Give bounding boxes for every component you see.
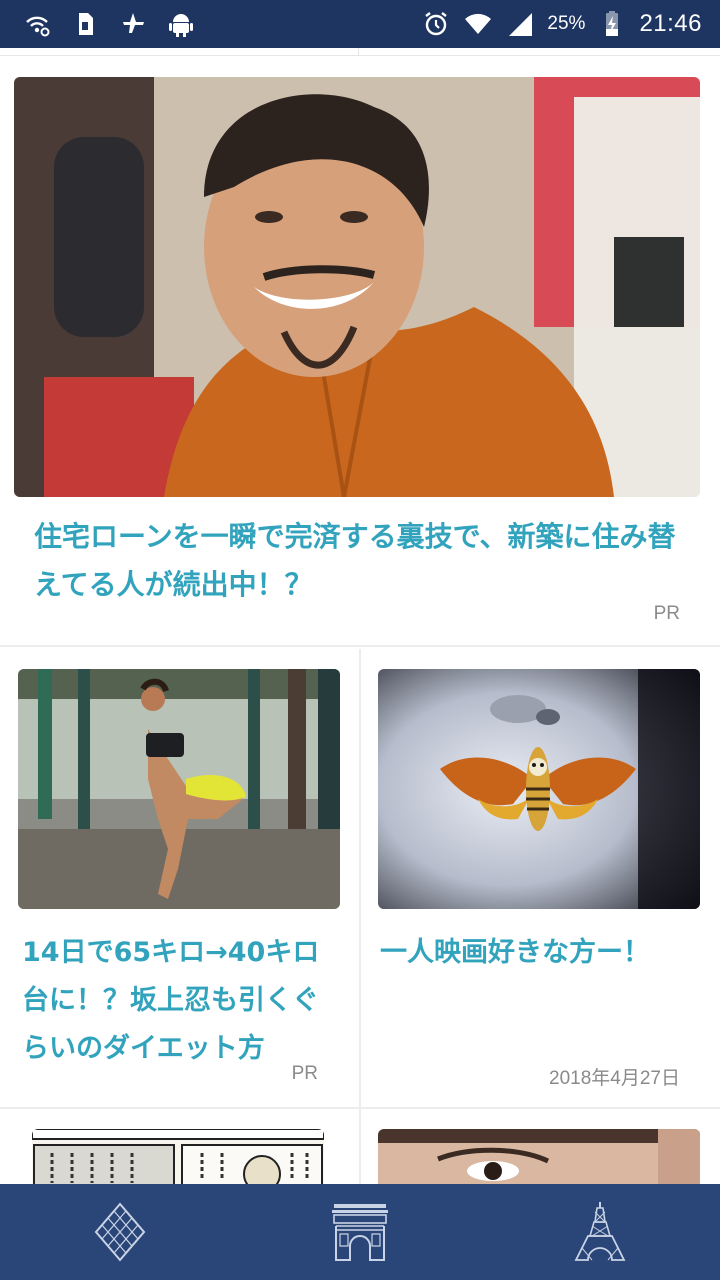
article-card-movie[interactable]: 一人映画好きな方ー！ 2018年4月27日 [361, 649, 720, 1109]
nav-button-diamond[interactable] [70, 1184, 170, 1280]
article-title-diet[interactable]: 14日で65キロ→40キロ台に！？坂上忍も引くぐらいのダイエット方 [22, 929, 342, 1073]
clock: 21:46 [639, 10, 702, 37]
alarm-icon [421, 9, 451, 39]
article-feed[interactable]: 住宅ローンを一瞬で完済する裏技で、新築に住み替えてる人が続出中！？ PR 14日… [0, 48, 720, 1184]
battery-percent: 25% [547, 13, 586, 34]
article-image-diet[interactable] [18, 669, 340, 909]
wifi-icon [463, 9, 493, 39]
featured-article-card[interactable]: 住宅ローンを一瞬で完済する裏技で、新築に住み替えてる人が続出中！？ PR [0, 57, 720, 647]
diamond-icon [94, 1202, 146, 1262]
nav-button-eiffel[interactable] [550, 1184, 650, 1280]
pr-badge: PR [291, 1063, 318, 1084]
eiffel-tower-icon [574, 1202, 626, 1261]
article-card-beauty[interactable] [361, 1109, 720, 1184]
article-card-diet[interactable]: 14日で65キロ→40キロ台に！？坂上忍も引くぐらいのダイエット方 PR [0, 649, 359, 1109]
signal-icon [505, 9, 535, 39]
android-icon [166, 9, 196, 39]
airplane-icon [118, 9, 148, 39]
article-image-beauty[interactable] [378, 1129, 700, 1184]
wifi-call-icon [22, 9, 52, 39]
battery-charging-icon [597, 9, 627, 39]
article-card-manga[interactable] [0, 1109, 359, 1184]
featured-article-title[interactable]: 住宅ローンを一瞬で完済する裏技で、新築に住み替えてる人が続出中！？ [34, 513, 684, 609]
bottom-navigation [0, 1184, 720, 1280]
pr-badge: PR [653, 603, 680, 624]
article-image-movie[interactable] [378, 669, 700, 909]
sim-card-icon [70, 9, 100, 39]
article-date: 2018年4月27日 [549, 1068, 680, 1089]
status-bar: 25% 21:46 [0, 0, 720, 48]
nav-button-arc[interactable] [310, 1184, 410, 1280]
previous-row-edge [0, 48, 720, 56]
article-image-manga[interactable] [32, 1129, 324, 1184]
article-title-movie[interactable]: 一人映画好きな方ー！ [380, 929, 700, 977]
featured-article-image[interactable] [14, 77, 700, 497]
arc-de-triomphe-icon [332, 1204, 388, 1261]
